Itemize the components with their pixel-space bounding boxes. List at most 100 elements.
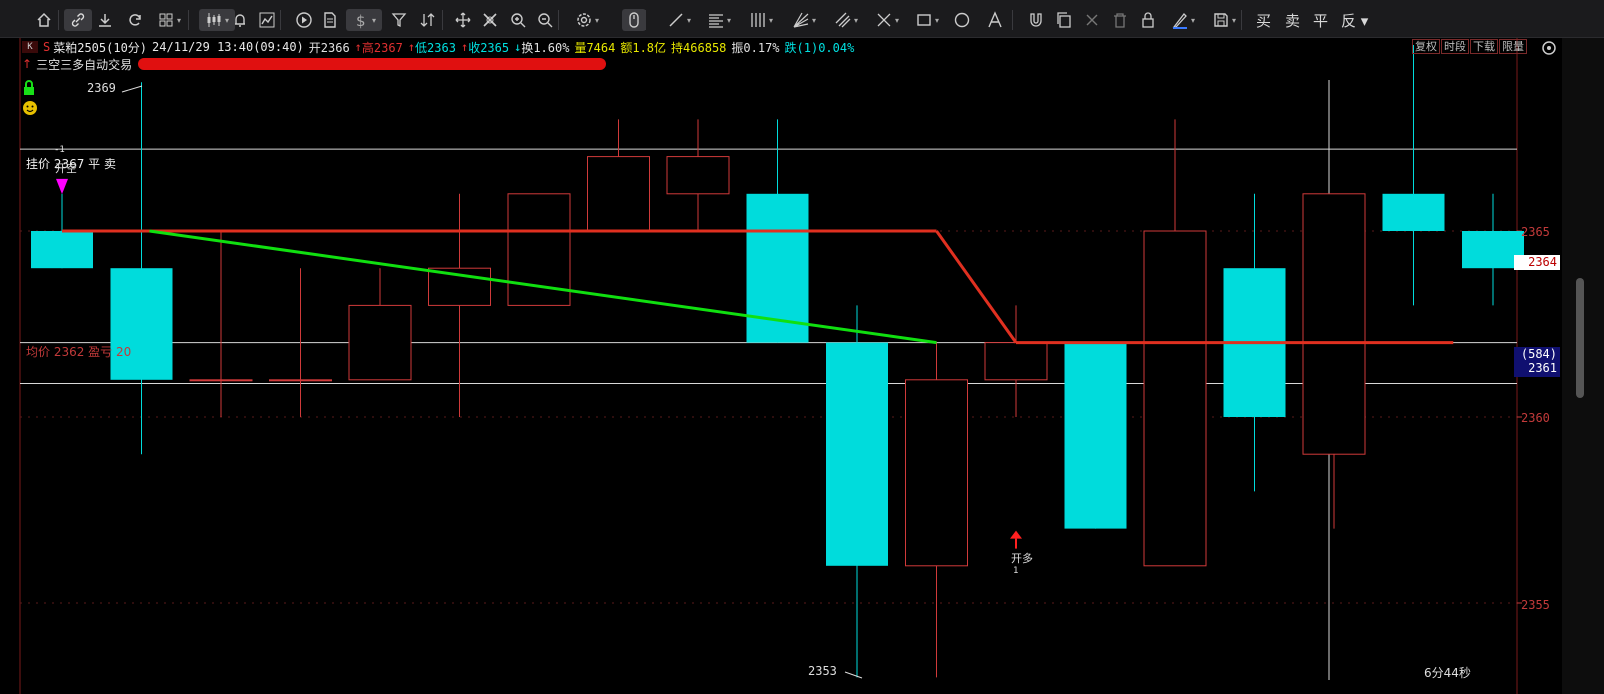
buy-signal-label: 开多 bbox=[1011, 552, 1033, 565]
mouse-icon[interactable] bbox=[622, 9, 646, 31]
download-icon[interactable] bbox=[93, 9, 117, 31]
strategy-arrow-icon: ↑ bbox=[22, 57, 33, 71]
move-icon[interactable] bbox=[451, 9, 475, 31]
up-arrow-icon: ↑ bbox=[407, 40, 416, 54]
toolbar-separator bbox=[188, 10, 189, 30]
refresh-icon[interactable] bbox=[123, 9, 147, 31]
position-box: (584) 2361 bbox=[1514, 347, 1560, 377]
redacted-bar bbox=[138, 58, 607, 70]
delete-icon[interactable] bbox=[1080, 9, 1104, 31]
zoom-out-icon[interactable] bbox=[533, 9, 557, 31]
candlestick-chart[interactable] bbox=[0, 0, 1604, 694]
lock-icon[interactable] bbox=[22, 80, 36, 99]
cross-line-icon[interactable]: ▾ bbox=[869, 9, 905, 31]
quote-info-bar: K S 菜粕2505(10分) 24/11/29 13:40(09:40) 开2… bbox=[22, 38, 859, 56]
filter-icon[interactable] bbox=[388, 9, 412, 31]
symbol-label: 菜粕2505(10分) bbox=[53, 40, 148, 55]
zoom-in-icon[interactable] bbox=[506, 9, 530, 31]
volume-label: 量7464 bbox=[574, 40, 616, 55]
price-scrollbar[interactable] bbox=[1562, 38, 1604, 694]
candle-body-down bbox=[1382, 193, 1445, 231]
home-icon[interactable] bbox=[32, 9, 56, 31]
avg-price-label: 均价 2362 盈亏 20 bbox=[26, 345, 132, 359]
trendline-icon[interactable]: ▾ bbox=[661, 9, 697, 31]
candle-body-up bbox=[905, 379, 968, 567]
up-arrow-icon: ↑ bbox=[460, 40, 469, 54]
dollar-icon[interactable]: $ ▾ bbox=[346, 9, 382, 31]
countdown-label: 6分44秒 bbox=[1424, 666, 1471, 680]
trade-close-button[interactable]: 平 bbox=[1313, 10, 1328, 31]
axis-tick-label: 2365 bbox=[1521, 225, 1550, 239]
circle-icon[interactable] bbox=[950, 9, 974, 31]
candle-body-up bbox=[587, 156, 650, 232]
candle-body-up bbox=[269, 379, 332, 382]
timeline-button[interactable]: 时段 bbox=[1441, 39, 1469, 54]
hlines-icon[interactable]: ▾ bbox=[701, 9, 737, 31]
magnet-icon[interactable] bbox=[1024, 9, 1048, 31]
restore-button[interactable]: 复权 bbox=[1412, 39, 1440, 54]
sell-signal-label: 开空 bbox=[55, 162, 77, 175]
color-icon[interactable]: ▾ bbox=[1165, 9, 1201, 31]
candle-body-up bbox=[1302, 193, 1366, 455]
text-icon[interactable] bbox=[983, 9, 1007, 31]
buy-signal-num: 1 bbox=[1013, 566, 1019, 576]
candle-body-down bbox=[110, 268, 173, 380]
candle-body-down bbox=[826, 342, 888, 566]
play-icon[interactable] bbox=[292, 9, 316, 31]
low-marker: 2353 bbox=[808, 664, 837, 678]
fan-icon[interactable]: ▾ bbox=[786, 9, 822, 31]
s-badge: S bbox=[43, 40, 51, 54]
trade-buy-button[interactable]: 买 bbox=[1256, 10, 1271, 31]
download-button[interactable]: 下载 bbox=[1470, 39, 1498, 54]
buy-signal-arrow bbox=[1010, 530, 1022, 539]
crosshair-off-icon[interactable] bbox=[478, 9, 502, 31]
rectangle-icon[interactable]: ▾ bbox=[909, 9, 945, 31]
position-price: 2361 bbox=[1528, 361, 1557, 375]
grid-layout-icon[interactable]: ▾ bbox=[151, 9, 187, 31]
k-badge[interactable]: K bbox=[22, 41, 38, 53]
strategy-name[interactable]: 三空三多自动交易 bbox=[36, 56, 132, 73]
sell-signal-num: -1 bbox=[54, 145, 65, 155]
down-arrow-icon: ↓ bbox=[514, 40, 522, 54]
smiley-icon[interactable] bbox=[22, 100, 38, 119]
low-label: 低2363 bbox=[415, 40, 456, 55]
axis-tick-label: 2355 bbox=[1521, 598, 1550, 612]
document-icon[interactable] bbox=[318, 9, 342, 31]
copy-icon[interactable] bbox=[1052, 9, 1076, 31]
sort-icon[interactable] bbox=[416, 9, 440, 31]
trade-reverse-button[interactable]: 反 ▾ bbox=[1341, 10, 1368, 31]
candle-body-up bbox=[189, 379, 253, 382]
sell-signal-arrow bbox=[56, 178, 68, 195]
channel-icon[interactable]: ▾ bbox=[828, 9, 864, 31]
trade-sell-button[interactable]: 卖 bbox=[1285, 10, 1300, 31]
candle-body-up bbox=[984, 342, 1048, 381]
limit-button[interactable]: 限量 bbox=[1499, 39, 1527, 54]
scrollbar-thumb[interactable] bbox=[1576, 278, 1584, 398]
high-marker: 2369 bbox=[87, 81, 116, 95]
turnover-label: 换1.60% bbox=[521, 40, 570, 55]
close-label: 收2365 bbox=[468, 40, 510, 55]
lock-icon[interactable] bbox=[1136, 9, 1160, 31]
high-pointer bbox=[121, 85, 143, 93]
strategy-row: ↑ 三空三多自动交易 bbox=[22, 56, 607, 73]
current-price-box: 2364 bbox=[1514, 255, 1560, 270]
position-qty: (584) bbox=[1520, 347, 1557, 361]
up-arrow-icon: ↑ bbox=[354, 40, 362, 54]
trash-icon[interactable] bbox=[1108, 9, 1132, 31]
alarm-icon[interactable] bbox=[228, 9, 252, 31]
link-icon[interactable] bbox=[64, 9, 92, 31]
vlines-icon[interactable]: ▾ bbox=[743, 9, 779, 31]
indicator-icon[interactable] bbox=[255, 9, 279, 31]
low-pointer bbox=[844, 671, 863, 679]
open-label: 开2366 bbox=[308, 40, 350, 55]
settings-icon[interactable]: ▾ bbox=[569, 9, 605, 31]
datetime-label: 24/11/29 13:40(09:40) bbox=[152, 40, 304, 54]
candle-body-down bbox=[1064, 342, 1127, 529]
toolbar-separator bbox=[1012, 10, 1013, 30]
candle-body-down bbox=[31, 231, 93, 269]
gear-icon[interactable] bbox=[1541, 40, 1557, 56]
svg-text:$: $ bbox=[356, 12, 366, 29]
toolbar-separator bbox=[442, 10, 443, 30]
save-icon[interactable]: ▾ bbox=[1206, 9, 1242, 31]
toolbar: ▾ ▾ $ ▾ ▾ ▾ ▾ ▾ ▾ ▾ ▾ ▾ ▾ ▾ 买卖平反 ▾ bbox=[0, 0, 1604, 38]
